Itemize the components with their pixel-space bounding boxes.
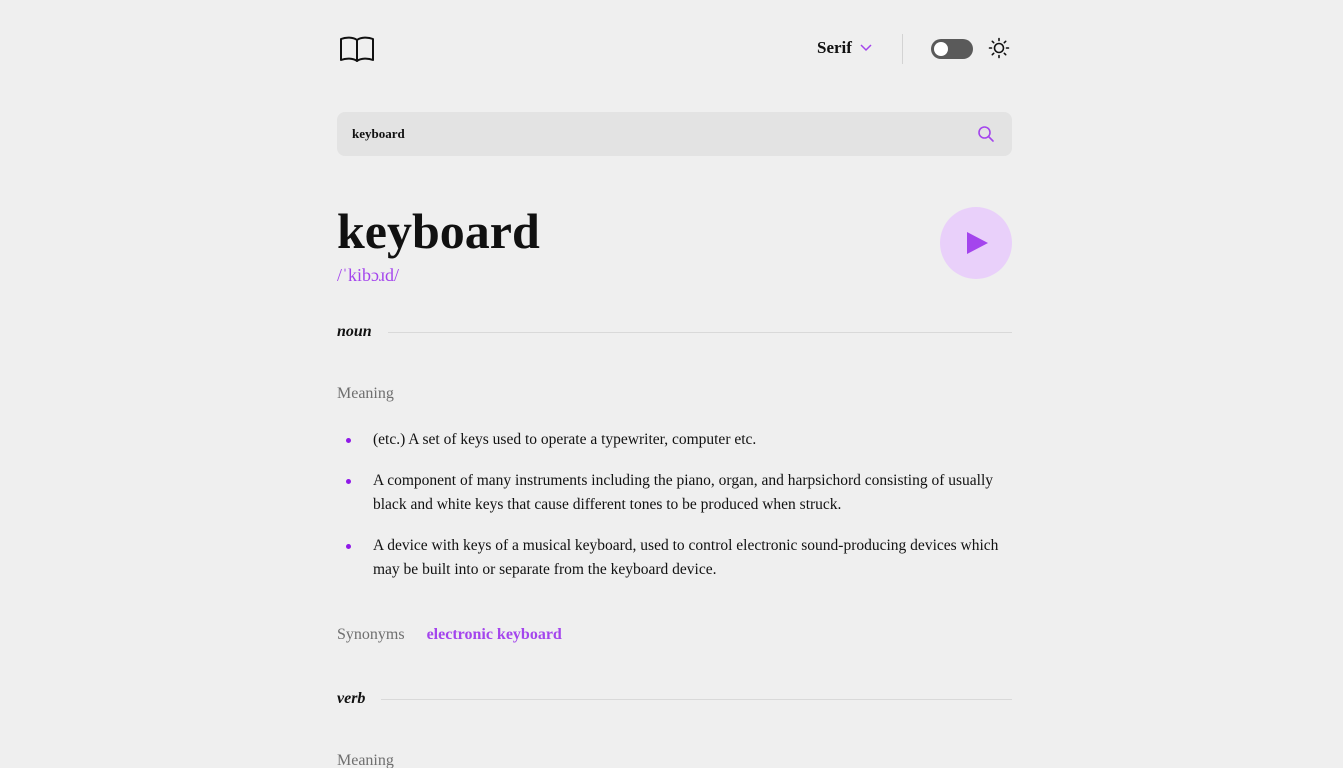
synonym-link[interactable]: electronic keyboard [427,625,562,645]
font-selector-label: Serif [817,38,852,57]
definition-text: (etc.) A set of keys used to operate a t… [373,431,757,448]
header: Serif [337,0,1012,98]
part-of-speech-label: verb [337,690,366,707]
definition-list: (etc.) A set of keys used to operate a t… [337,428,1012,599]
part-of-speech-divider [381,698,1012,700]
phonetic-text: /ˈkibɔɹd/ [337,265,399,285]
play-audio-button[interactable] [940,207,1012,279]
main-container: Serif keyboard /ˈkibɔɹd/ [337,0,1012,768]
search-bar [337,112,1012,156]
play-icon [967,232,988,254]
font-selector[interactable]: Serif [817,38,872,58]
search-input[interactable] [352,112,952,156]
bullet-icon [346,479,351,484]
book-icon[interactable] [339,34,375,64]
meaning-label: Meaning [337,752,394,768]
part-of-speech-divider [387,331,1012,333]
synonyms-label: Synonyms [337,626,405,643]
chevron-down-icon [860,44,872,52]
definition-text: A device with keys of a musical keyboard… [373,537,999,578]
bullet-icon [346,544,351,549]
word-title: keyboard [337,203,540,259]
definition-item: A component of many instruments includin… [337,469,1012,517]
definition-text: A component of many instruments includin… [373,472,994,513]
page: Serif keyboard /ˈkibɔɹd/ [0,0,1343,768]
definition-item: (etc.) A set of keys used to operate a t… [337,428,1012,452]
theme-toggle[interactable] [931,39,973,59]
header-divider [902,34,903,64]
sun-icon[interactable] [988,37,1010,59]
search-icon[interactable] [977,125,995,143]
synonyms-row: Synonyms electronic keyboard [337,625,562,645]
bullet-icon [346,438,351,443]
meaning-label: Meaning [337,385,394,402]
definition-item: A device with keys of a musical keyboard… [337,534,1012,582]
theme-toggle-knob [934,42,948,56]
part-of-speech-noun: noun [337,320,1012,344]
part-of-speech-label: noun [337,323,372,340]
part-of-speech-verb: verb [337,687,1012,711]
